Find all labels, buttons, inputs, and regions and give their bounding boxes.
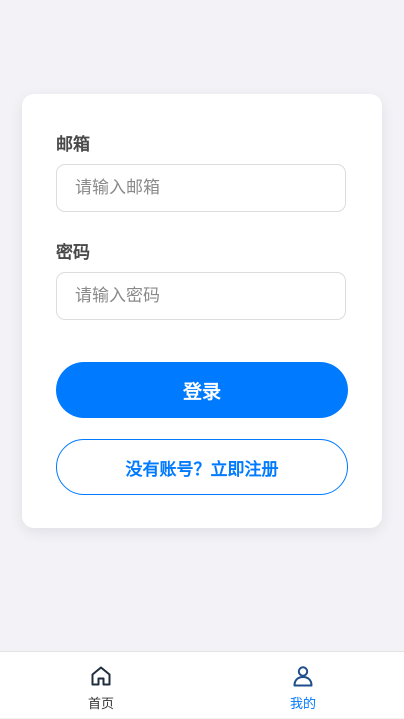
tab-mine-label: 我的 [289, 697, 316, 712]
email-input[interactable] [56, 164, 346, 212]
tab-mine[interactable]: 我的 [243, 652, 363, 719]
password-input[interactable] [56, 272, 346, 320]
home-icon [91, 666, 111, 686]
email-label: 邮箱 [56, 135, 90, 155]
register-button[interactable]: 没有账号？立即注册 [56, 439, 348, 495]
tab-home-label: 首页 [87, 697, 114, 712]
tab-home[interactable]: 首页 [41, 652, 161, 719]
login-card: 邮箱 密码 登录 没有账号？立即注册 [22, 94, 382, 528]
bottom-tab-bar: 首页 我的 [0, 651, 404, 718]
login-button[interactable]: 登录 [56, 362, 348, 418]
password-label: 密码 [56, 243, 90, 263]
user-icon [293, 666, 313, 687]
